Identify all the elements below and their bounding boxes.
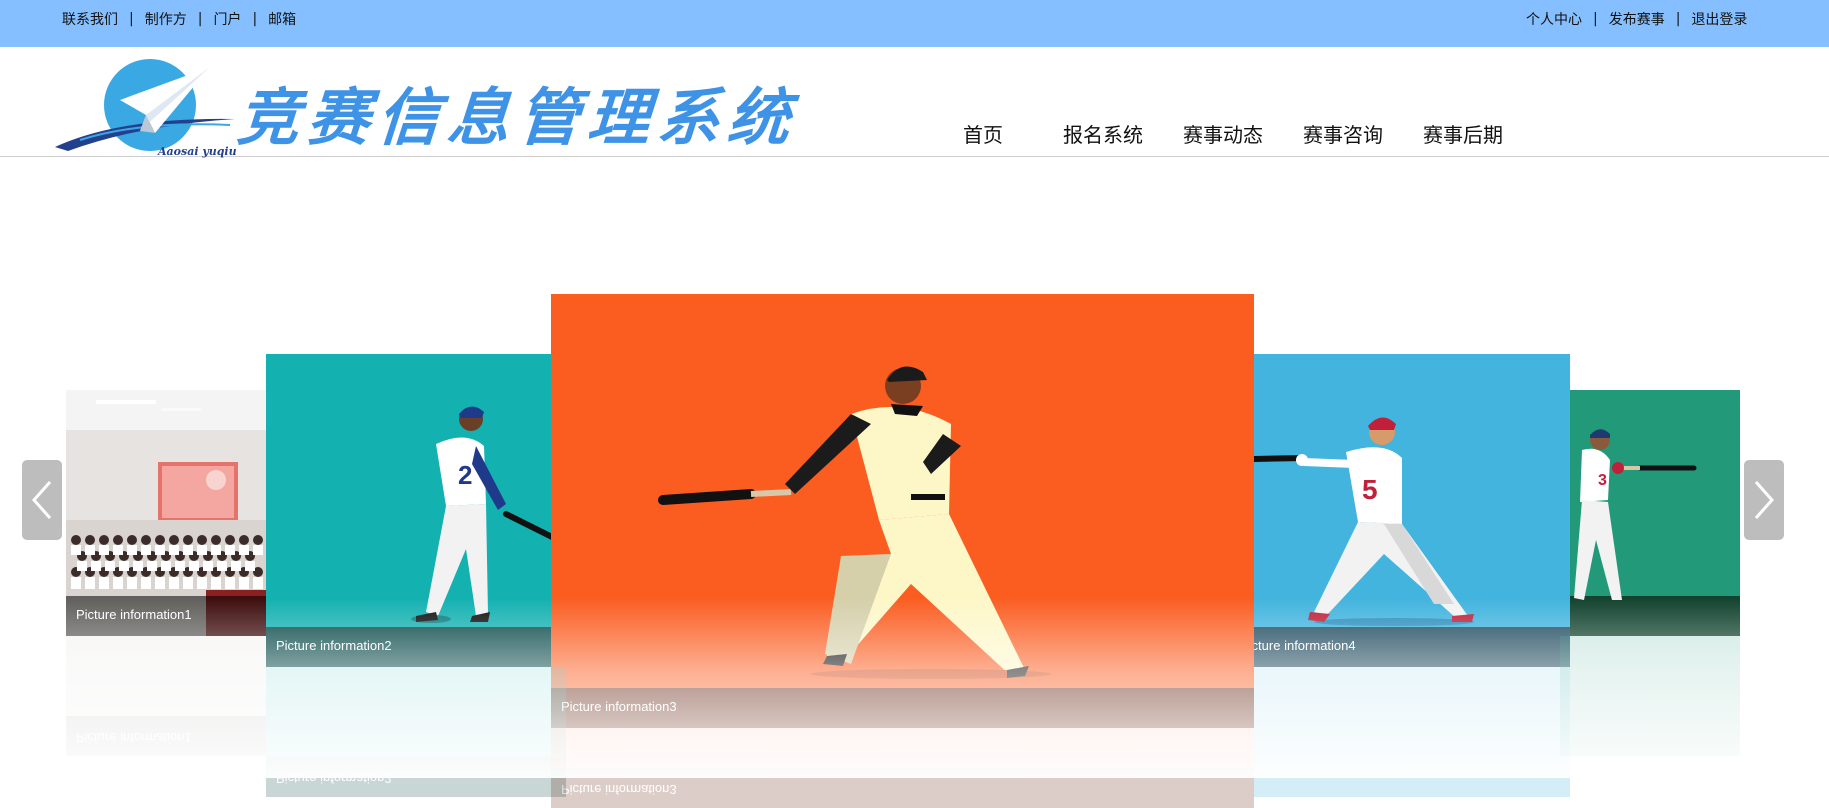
contact-us-link[interactable]: 联系我们 bbox=[62, 9, 118, 29]
top-right-links: 个人中心 | 发布赛事 | 退出登录 bbox=[1526, 9, 1747, 29]
svg-text:5: 5 bbox=[1362, 474, 1378, 505]
nav-registration[interactable]: 报名系统 bbox=[1063, 119, 1143, 148]
svg-text:2: 2 bbox=[458, 460, 472, 490]
chevron-left-icon bbox=[31, 481, 52, 519]
mailbox-link[interactable]: 邮箱 bbox=[268, 9, 296, 29]
top-bar: 联系我们 | 制作方 | 门户 | 邮箱 个人中心 | 发布赛事 | 退出登录 bbox=[0, 0, 1829, 47]
carousel-slide-5[interactable]: 3 bbox=[1560, 390, 1740, 636]
paper-plane-logo-icon bbox=[55, 59, 235, 151]
separator: | bbox=[1675, 11, 1681, 27]
site-logo[interactable]: Aaosai yuqiu bbox=[50, 55, 240, 158]
separator: | bbox=[252, 11, 258, 27]
batter-blue-image: 5 bbox=[1254, 354, 1570, 667]
slide-caption-text: Picture information4 bbox=[1254, 638, 1356, 653]
nav-event-later[interactable]: 赛事后期 bbox=[1423, 119, 1503, 148]
reflection-caption: Picture information3 bbox=[551, 768, 1254, 808]
slide-caption: Picture information2 bbox=[266, 627, 566, 667]
separator: | bbox=[1593, 11, 1598, 27]
slide-1-reflection: Picture information1 bbox=[66, 636, 266, 756]
separator: | bbox=[129, 11, 134, 27]
top-left-links: 联系我们 | 制作方 | 门户 | 邮箱 bbox=[62, 9, 296, 29]
logo-subtitle: Aaosai yuqiu bbox=[158, 145, 237, 158]
slide-2-reflection: Picture information2 bbox=[266, 667, 566, 797]
batter-teal-image: 2 bbox=[266, 354, 566, 667]
publish-event-link[interactable]: 发布赛事 bbox=[1609, 9, 1665, 29]
site-title: 竞赛信息管理系统 bbox=[235, 81, 801, 154]
batter-green-image: 3 bbox=[1560, 390, 1740, 636]
portal-link[interactable]: 门户 bbox=[213, 9, 241, 29]
reflection-caption: Picture information2 bbox=[266, 757, 566, 797]
slide-caption: Picture information4 bbox=[1254, 627, 1570, 667]
logout-link[interactable]: 退出登录 bbox=[1691, 9, 1747, 29]
nav-event-news[interactable]: 赛事动态 bbox=[1183, 119, 1263, 148]
reflection-caption: Picture information1 bbox=[66, 716, 266, 756]
producer-link[interactable]: 制作方 bbox=[145, 9, 187, 29]
nav-home[interactable]: 首页 bbox=[963, 119, 1003, 148]
next-slide-button[interactable] bbox=[1744, 460, 1784, 540]
prev-slide-button[interactable] bbox=[22, 460, 62, 540]
site-header: Aaosai yuqiu 竞赛信息管理系统 首页 报名系统 赛事动态 赛事咨询 … bbox=[0, 47, 1829, 158]
carousel-slide-4[interactable]: 5 Picture information4 bbox=[1254, 354, 1570, 667]
slide-caption: Picture information1 bbox=[66, 596, 266, 636]
batter-orange-image bbox=[551, 294, 1254, 728]
carousel-slide-1[interactable]: Picture information1 bbox=[66, 390, 266, 636]
svg-text:3: 3 bbox=[1598, 472, 1607, 489]
image-carousel: Picture information1 3 2 Picture informa… bbox=[0, 158, 1829, 808]
slide-caption: Picture information3 bbox=[551, 688, 1254, 728]
carousel-slide-3[interactable]: Picture information3 bbox=[551, 294, 1254, 728]
carousel-slide-2[interactable]: 2 Picture information2 bbox=[266, 354, 566, 667]
nav-event-consult[interactable]: 赛事咨询 bbox=[1303, 119, 1383, 148]
separator: | bbox=[197, 11, 203, 27]
slide-3-reflection: Picture information3 bbox=[551, 728, 1254, 808]
slide-4-reflection bbox=[1254, 667, 1570, 797]
chevron-right-icon bbox=[1754, 481, 1775, 519]
personal-center-link[interactable]: 个人中心 bbox=[1526, 9, 1582, 29]
slide-5-reflection bbox=[1560, 636, 1740, 756]
